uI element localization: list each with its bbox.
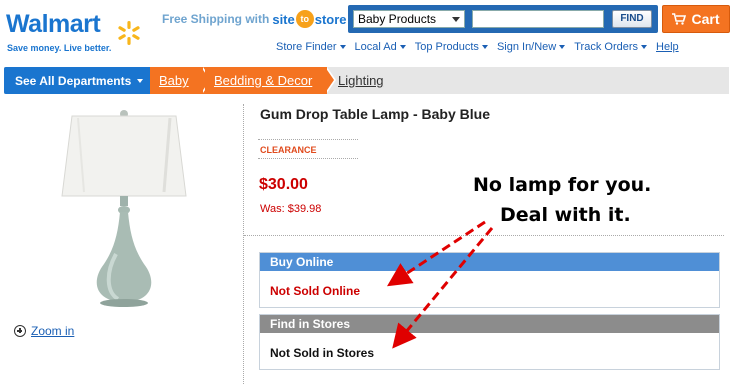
chevron-down-icon [481,45,488,49]
department-select-value: Baby Products [358,12,437,26]
nav-top-products[interactable]: Top Products [415,41,488,53]
all-departments-button[interactable]: See All Departments [4,67,150,94]
chevron-down-icon [641,45,648,49]
nav-store-finder[interactable]: Store Finder [276,41,346,53]
find-in-stores-heading: Find in Stores [260,315,719,333]
buy-online-heading: Buy Online [260,253,719,271]
nav-help[interactable]: Help [656,41,679,53]
buy-online-status: Not Sold Online [270,284,360,298]
find-in-stores-status: Not Sold in Stores [270,346,375,360]
breadcrumb-bedding-decor[interactable]: Bedding & Decor [205,67,327,94]
search-input[interactable] [472,10,604,28]
annotation-line-1: No lamp for you. [473,174,652,196]
spark-logo-icon [118,21,140,45]
clearance-badge: CLEARANCE [260,145,317,155]
chevron-down-icon [452,17,460,22]
walmart-logo[interactable]: Walmart Save money. Live better. [6,10,146,58]
chevron-down-icon [399,45,406,49]
utility-nav: Store Finder Local Ad Top Products Sign … [276,41,679,53]
chevron-down-icon [137,78,144,83]
product-title: Gum Drop Table Lamp - Baby Blue [260,106,490,122]
nav-track-orders[interactable]: Track Orders [574,41,648,53]
section-divider [244,235,724,236]
nav-local-ad[interactable]: Local Ad [355,41,406,53]
cart-label: Cart [691,11,720,27]
breadcrumb: See All Departments Baby Bedding & Decor… [4,67,729,94]
department-select[interactable]: Baby Products [353,10,465,28]
logo-tagline: Save money. Live better. [7,43,112,53]
find-button[interactable]: FIND [612,10,652,28]
chevron-down-icon [559,45,566,49]
buy-online-panel: Buy Online Not Sold Online [259,252,720,308]
zoom-plus-icon [14,325,26,337]
annotation-line-2: Deal with it. [500,204,631,226]
cart-icon [672,13,687,25]
cart-button[interactable]: Cart [662,5,730,33]
find-in-stores-panel: Find in Stores Not Sold in Stores [259,314,720,370]
logo-wordmark: Walmart [6,10,101,38]
column-divider [243,104,244,384]
search-bar: Baby Products FIND [348,5,658,33]
site-to-store-logo: site to store [272,10,347,28]
breadcrumb-lighting[interactable]: Lighting [327,67,384,94]
zoom-in-link[interactable]: Zoom in [14,324,74,338]
zoom-in-label: Zoom in [31,324,75,338]
product-price: $30.00 [259,176,308,193]
breadcrumb-baby[interactable]: Baby [150,67,205,94]
was-price: Was: $39.98 [260,203,322,215]
free-shipping-promo[interactable]: Free Shipping with site to store [162,10,347,28]
all-departments-label: See All Departments [15,73,132,88]
product-image[interactable] [54,104,194,309]
nav-sign-in[interactable]: Sign In/New [497,41,566,53]
chevron-down-icon [339,45,346,49]
shipping-text: Free Shipping with [162,12,270,26]
